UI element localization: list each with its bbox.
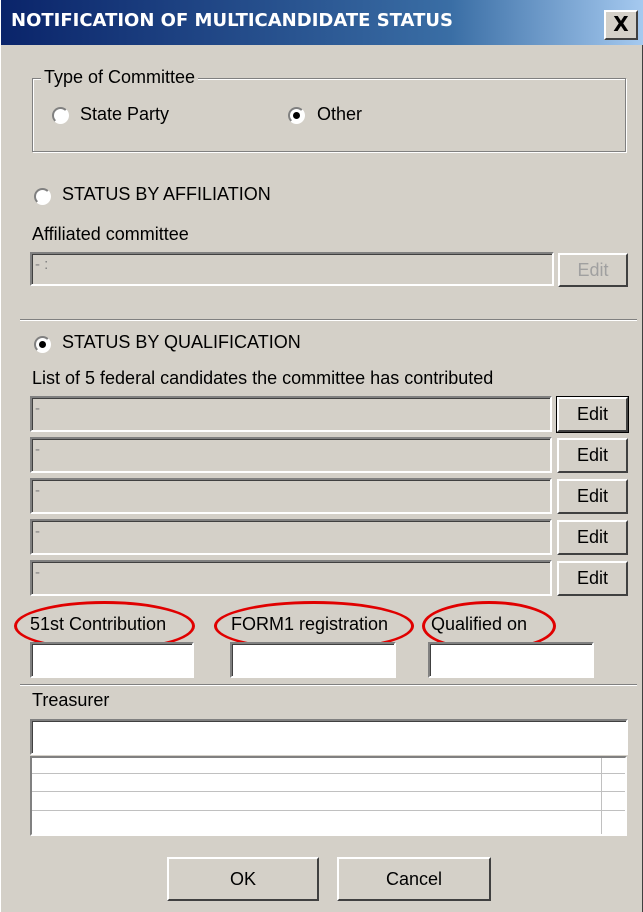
candidate-field-3[interactable]: - [30, 478, 552, 514]
radio-selected-dot [293, 112, 300, 119]
affiliated-edit-button[interactable]: Edit [558, 253, 628, 287]
other-radio[interactable] [288, 107, 305, 124]
candidate-edit-button-2[interactable]: Edit [557, 438, 628, 473]
candidate-field-4[interactable]: - [30, 519, 552, 555]
divider [20, 319, 637, 321]
treasurer-label: Treasurer [32, 690, 110, 710]
status-by-qualification-radio[interactable] [34, 336, 51, 353]
candidate-edit-button-1[interactable]: Edit [556, 396, 629, 433]
affiliated-committee-label: Affiliated committee [32, 224, 189, 244]
state-party-label[interactable]: State Party [80, 104, 169, 125]
ok-button[interactable]: OK [167, 857, 319, 901]
candidate-field-1[interactable]: - [30, 396, 552, 432]
divider [20, 684, 637, 686]
treasurer-name-field[interactable] [30, 719, 628, 755]
candidate-list-label: List of 5 federal candidates the committ… [32, 368, 494, 388]
qualified-on-label: Qualified on [431, 614, 528, 634]
other-label[interactable]: Other [317, 104, 362, 125]
treasurer-details-grid[interactable] [30, 756, 627, 836]
qualified-on-date-field[interactable] [428, 642, 594, 678]
candidate-edit-button-4[interactable]: Edit [557, 520, 628, 555]
candidate-field-2[interactable]: - [30, 437, 552, 473]
close-button[interactable]: X [604, 10, 638, 40]
radio-selected-dot [39, 341, 46, 348]
form1-registration-label: FORM1 registration [231, 614, 389, 634]
grid-row-line [32, 810, 625, 811]
multicandidate-status-dialog: NOTIFICATION OF MULTICANDIDATE STATUS X … [0, 0, 643, 912]
grid-row-line [32, 791, 625, 792]
grid-row-line [32, 773, 625, 774]
grid-column-line [601, 758, 602, 834]
affiliated-committee-field[interactable]: - : [30, 252, 554, 286]
51st-contribution-label: 51st Contribution [30, 614, 167, 634]
candidate-edit-button-5[interactable]: Edit [557, 561, 628, 596]
committee-type-legend: Type of Committee [41, 67, 199, 88]
51st-contribution-date-field[interactable] [30, 642, 194, 678]
candidate-edit-button-3[interactable]: Edit [557, 479, 628, 514]
form1-registration-date-field[interactable] [230, 642, 396, 678]
candidate-field-5[interactable]: - [30, 560, 552, 596]
dialog-title: NOTIFICATION OF MULTICANDIDATE STATUS [11, 10, 453, 31]
status-by-affiliation-label[interactable]: STATUS BY AFFILIATION [62, 184, 271, 205]
state-party-radio[interactable] [52, 107, 69, 124]
cancel-button[interactable]: Cancel [337, 857, 491, 901]
status-by-affiliation-radio[interactable] [34, 188, 51, 205]
status-by-qualification-label[interactable]: STATUS BY QUALIFICATION [62, 332, 301, 353]
title-bar: NOTIFICATION OF MULTICANDIDATE STATUS X [1, 0, 643, 45]
